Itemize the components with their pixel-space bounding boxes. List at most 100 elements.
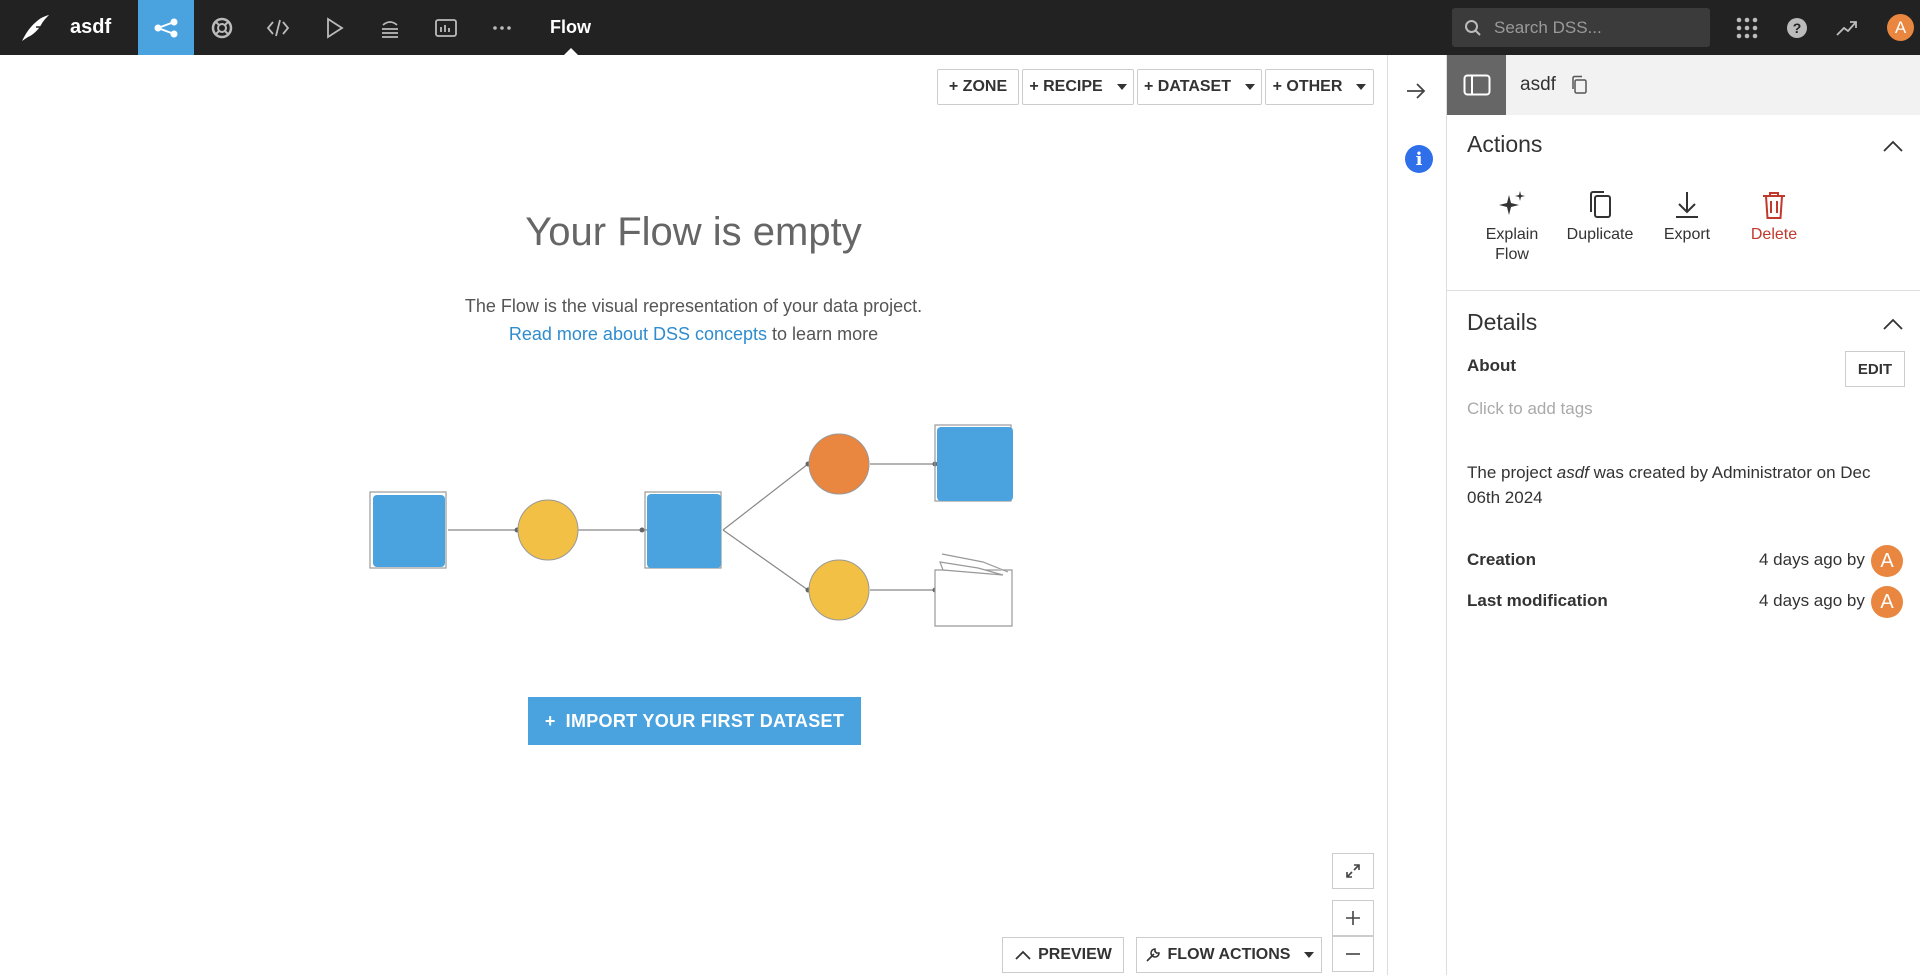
lifebuoy-icon bbox=[211, 17, 233, 38]
download-icon bbox=[1676, 192, 1698, 218]
preview-button[interactable]: PREVIEW bbox=[1002, 937, 1124, 973]
chevron-up-icon bbox=[1015, 950, 1031, 960]
flow-actions-label: FLOW ACTIONS bbox=[1167, 946, 1291, 963]
help-icon: ? bbox=[1787, 17, 1807, 38]
details-panel: asdf Actions Explain Flow Duplicate Expo… bbox=[1446, 55, 1920, 975]
add-dataset-button[interactable]: + DATASET bbox=[1137, 69, 1262, 105]
creator-avatar[interactable]: A bbox=[1871, 545, 1903, 577]
add-recipe-button[interactable]: + RECIPE bbox=[1022, 69, 1134, 105]
description-prefix: The project bbox=[1467, 463, 1557, 482]
trend-up-icon bbox=[1836, 20, 1857, 36]
deploy-nav-button[interactable] bbox=[362, 0, 418, 55]
dashboard-nav-button[interactable] bbox=[418, 0, 474, 55]
zoom-out-button[interactable] bbox=[1332, 936, 1374, 972]
arrow-right-icon bbox=[1407, 83, 1426, 99]
more-nav-button[interactable] bbox=[474, 0, 530, 55]
chevron-down-icon bbox=[1116, 84, 1127, 90]
zoom-in-button[interactable] bbox=[1332, 900, 1374, 936]
import-first-dataset-label: IMPORT YOUR FIRST DATASET bbox=[565, 710, 845, 731]
grid-icon bbox=[1736, 17, 1758, 38]
empty-flow-line2-suffix: to learn more bbox=[767, 324, 879, 344]
add-recipe-label: + RECIPE bbox=[1029, 78, 1103, 95]
add-tags-field[interactable]: Click to add tags bbox=[1467, 399, 1593, 419]
play-icon bbox=[327, 16, 344, 39]
add-other-button[interactable]: + OTHER bbox=[1265, 69, 1374, 105]
empty-flow-description: The Flow is the visual representation of… bbox=[0, 292, 1387, 348]
last-modification-value: 4 days ago by bbox=[1759, 591, 1865, 610]
last-modification-label: Last modification bbox=[1467, 591, 1608, 610]
chevron-down-icon bbox=[1244, 84, 1255, 90]
copy-icon[interactable] bbox=[1570, 75, 1588, 95]
dss-concepts-link[interactable]: Read more about DSS concepts bbox=[509, 324, 767, 344]
explain-flow-action[interactable]: Explain Flow bbox=[1472, 183, 1552, 265]
info-tab-icon[interactable]: i bbox=[1405, 145, 1433, 173]
project-description: The project asdf was created by Administ… bbox=[1467, 460, 1897, 510]
top-navigation-bar: asdf Flow ? A bbox=[0, 0, 1920, 55]
flow-canvas: + ZONE + RECIPE + DATASET + OTHER Your F… bbox=[0, 55, 1387, 975]
svg-text:?: ? bbox=[1793, 20, 1802, 36]
sparkles-icon bbox=[1499, 191, 1525, 215]
section-divider bbox=[1447, 290, 1920, 291]
plus-icon: + bbox=[544, 710, 556, 731]
stack-icon bbox=[382, 20, 398, 38]
collapse-panel-button[interactable] bbox=[1404, 81, 1428, 106]
activity-button[interactable] bbox=[1827, 0, 1867, 55]
delete-label: Delete bbox=[1750, 226, 1798, 243]
flow-actions-button[interactable]: FLOW ACTIONS bbox=[1136, 937, 1322, 973]
dss-logo-icon[interactable] bbox=[0, 0, 70, 55]
wrench-icon bbox=[1145, 948, 1160, 962]
lab-nav-button[interactable] bbox=[194, 0, 250, 55]
trash-icon bbox=[1763, 192, 1785, 219]
code-icon bbox=[266, 19, 290, 36]
more-dots-icon bbox=[493, 25, 511, 30]
export-action[interactable]: Export bbox=[1647, 183, 1727, 245]
add-zone-label: + ZONE bbox=[948, 78, 1008, 95]
help-button[interactable]: ? bbox=[1777, 0, 1817, 55]
explain-flow-label-line2: Flow bbox=[1495, 246, 1529, 263]
flow-nav-button[interactable] bbox=[138, 0, 194, 55]
search-input[interactable] bbox=[1494, 17, 1694, 38]
run-nav-button[interactable] bbox=[306, 0, 362, 55]
chevron-down-icon bbox=[1304, 952, 1315, 958]
minus-icon bbox=[1346, 953, 1360, 955]
duplicate-icon bbox=[1590, 191, 1611, 218]
dashboard-icon bbox=[435, 18, 457, 37]
add-other-label: + OTHER bbox=[1272, 78, 1343, 95]
fit-view-button[interactable] bbox=[1332, 853, 1374, 889]
apps-grid-button[interactable] bbox=[1727, 0, 1767, 55]
add-zone-button[interactable]: + ZONE bbox=[937, 69, 1019, 105]
collapse-details-chevron-up-icon[interactable] bbox=[1881, 316, 1905, 332]
edit-about-button[interactable]: EDIT bbox=[1845, 351, 1905, 387]
actions-section-title: Actions bbox=[1467, 131, 1543, 157]
expand-icon bbox=[1346, 864, 1360, 878]
right-panel-tabs: i bbox=[1387, 55, 1446, 975]
about-label: About bbox=[1467, 356, 1517, 375]
empty-flow-title: Your Flow is empty bbox=[525, 210, 862, 254]
preview-label: PREVIEW bbox=[1038, 946, 1112, 963]
project-name[interactable]: asdf bbox=[70, 16, 138, 39]
search-icon bbox=[1465, 19, 1481, 36]
chevron-down-icon bbox=[1356, 84, 1367, 90]
empty-flow-line1: The Flow is the visual representation of… bbox=[464, 296, 923, 316]
sidebar-layout-icon bbox=[1463, 74, 1490, 96]
add-dataset-label: + DATASET bbox=[1144, 78, 1231, 95]
duplicate-action[interactable]: Duplicate bbox=[1560, 183, 1640, 245]
collapse-actions-chevron-up-icon[interactable] bbox=[1881, 138, 1905, 154]
search-box[interactable] bbox=[1452, 8, 1710, 47]
user-avatar[interactable]: A bbox=[1887, 14, 1914, 41]
import-first-dataset-button[interactable]: + IMPORT YOUR FIRST DATASET bbox=[528, 697, 861, 745]
panel-object-name: asdf bbox=[1520, 74, 1556, 95]
delete-action[interactable]: Delete bbox=[1734, 183, 1814, 245]
plus-icon bbox=[1346, 911, 1360, 925]
details-section-title: Details bbox=[1467, 309, 1538, 335]
description-project-name: asdf bbox=[1556, 463, 1589, 482]
current-section-title: Flow bbox=[550, 0, 591, 55]
creation-label: Creation bbox=[1467, 550, 1536, 569]
creation-value: 4 days ago by bbox=[1759, 550, 1865, 569]
panel-header: asdf bbox=[1447, 55, 1920, 115]
code-nav-button[interactable] bbox=[250, 0, 306, 55]
duplicate-label: Duplicate bbox=[1566, 226, 1634, 243]
project-icon-box bbox=[1447, 55, 1506, 115]
modifier-avatar[interactable]: A bbox=[1871, 586, 1903, 618]
export-label: Export bbox=[1663, 226, 1711, 243]
